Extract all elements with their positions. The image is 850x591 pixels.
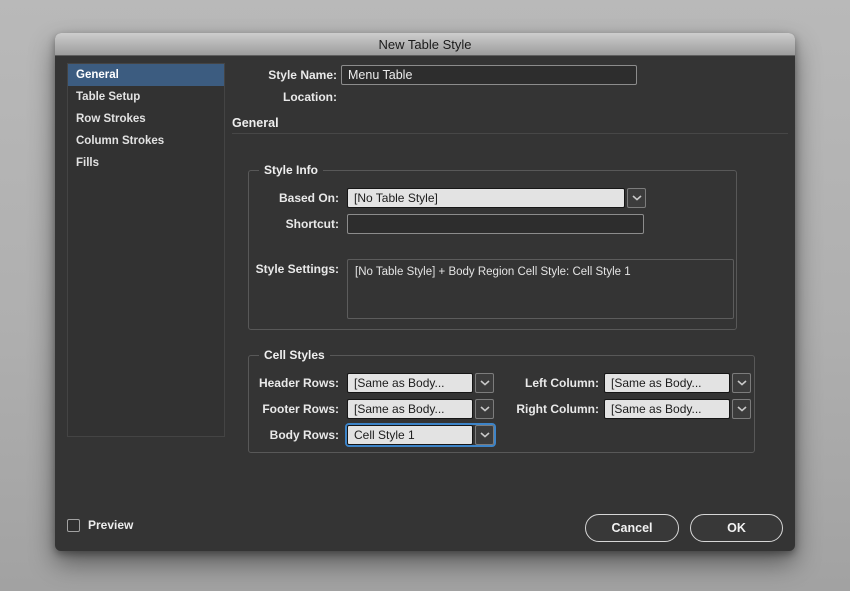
- sidebar-item-fills[interactable]: Fills: [68, 152, 224, 174]
- left-column-label: Left Column:: [499, 373, 599, 393]
- style-name-label: Style Name:: [232, 65, 337, 85]
- based-on-value[interactable]: [No Table Style]: [347, 188, 625, 208]
- style-name-input[interactable]: [341, 65, 637, 85]
- cell-styles-group: Cell Styles Header Rows: [Same as Body..…: [248, 355, 755, 453]
- style-info-group-label: Style Info: [259, 163, 323, 178]
- right-column-value[interactable]: [Same as Body...: [604, 399, 730, 419]
- section-divider: [232, 133, 788, 134]
- footer-rows-value[interactable]: [Same as Body...: [347, 399, 473, 419]
- header-rows-dropdown-button[interactable]: [475, 373, 494, 393]
- left-column-value[interactable]: [Same as Body...: [604, 373, 730, 393]
- shortcut-input[interactable]: [347, 214, 644, 234]
- sidebar-item-table-setup[interactable]: Table Setup: [68, 86, 224, 108]
- location-label: Location:: [232, 90, 337, 104]
- header-rows-dropdown[interactable]: [Same as Body...: [347, 373, 494, 393]
- chevron-down-icon: [737, 380, 747, 386]
- body-rows-value[interactable]: Cell Style 1: [347, 425, 473, 445]
- sidebar-item-general[interactable]: General: [68, 64, 224, 86]
- section-heading: General: [232, 116, 279, 130]
- dialog-title: New Table Style: [379, 37, 472, 52]
- cell-styles-group-label: Cell Styles: [259, 348, 330, 363]
- category-list: General Table Setup Row Strokes Column S…: [67, 63, 225, 437]
- chevron-down-icon: [632, 195, 642, 201]
- chevron-down-icon: [737, 406, 747, 412]
- body-rows-dropdown-button[interactable]: [475, 425, 494, 445]
- style-settings-summary: [No Table Style] + Body Region Cell Styl…: [347, 259, 734, 319]
- sidebar-item-column-strokes[interactable]: Column Strokes: [68, 130, 224, 152]
- shortcut-label: Shortcut:: [249, 214, 339, 234]
- ok-button[interactable]: OK: [690, 514, 783, 542]
- based-on-dropdown-button[interactable]: [627, 188, 646, 208]
- location-value: [343, 90, 543, 104]
- right-column-dropdown-button[interactable]: [732, 399, 751, 419]
- preview-label: Preview: [88, 518, 133, 533]
- style-info-group: Style Info Based On: [No Table Style] Sh…: [248, 170, 737, 330]
- body-rows-dropdown[interactable]: Cell Style 1: [347, 425, 494, 445]
- chevron-down-icon: [480, 432, 490, 438]
- desktop-background: New Table Style General Table Setup Row …: [0, 0, 850, 591]
- style-settings-label: Style Settings:: [249, 259, 339, 279]
- header-rows-label: Header Rows:: [249, 373, 339, 393]
- right-column-label: Right Column:: [499, 399, 599, 419]
- footer-rows-dropdown-button[interactable]: [475, 399, 494, 419]
- right-column-dropdown[interactable]: [Same as Body...: [604, 399, 751, 419]
- left-column-dropdown[interactable]: [Same as Body...: [604, 373, 751, 393]
- body-rows-label: Body Rows:: [249, 425, 339, 445]
- left-column-dropdown-button[interactable]: [732, 373, 751, 393]
- preview-checkbox[interactable]: [67, 519, 80, 532]
- footer-rows-dropdown[interactable]: [Same as Body...: [347, 399, 494, 419]
- based-on-label: Based On:: [249, 188, 339, 208]
- chevron-down-icon: [480, 380, 490, 386]
- chevron-down-icon: [480, 406, 490, 412]
- new-table-style-dialog: New Table Style General Table Setup Row …: [55, 33, 795, 551]
- sidebar-item-row-strokes[interactable]: Row Strokes: [68, 108, 224, 130]
- based-on-dropdown[interactable]: [No Table Style]: [347, 188, 646, 208]
- dialog-titlebar[interactable]: New Table Style: [55, 33, 795, 56]
- footer-rows-label: Footer Rows:: [249, 399, 339, 419]
- header-rows-value[interactable]: [Same as Body...: [347, 373, 473, 393]
- cancel-button[interactable]: Cancel: [585, 514, 679, 542]
